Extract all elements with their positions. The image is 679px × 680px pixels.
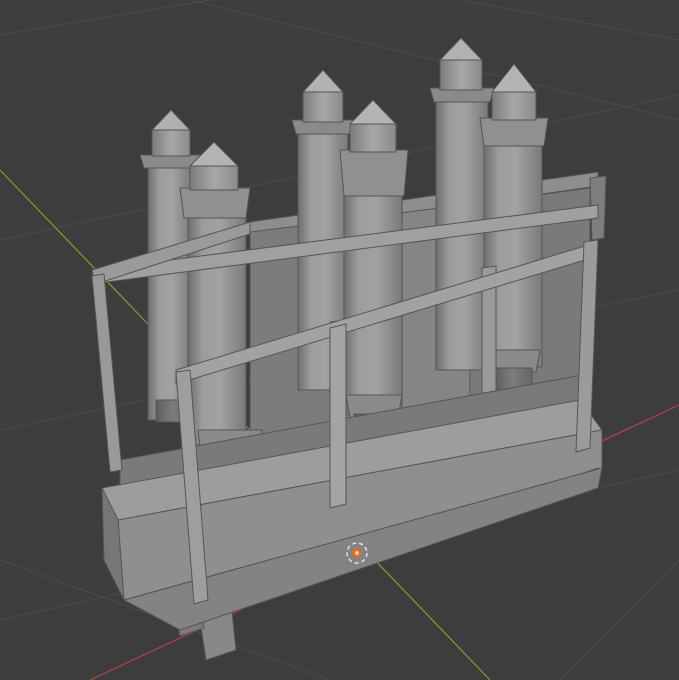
3d-viewport[interactable] — [0, 0, 679, 680]
front-post-left — [91, 273, 123, 473]
viewport-scene[interactable] — [0, 0, 679, 680]
front-post-center — [329, 323, 347, 509]
cylinder-front-center[interactable] — [339, 99, 409, 447]
rack-model[interactable] — [91, 37, 607, 661]
